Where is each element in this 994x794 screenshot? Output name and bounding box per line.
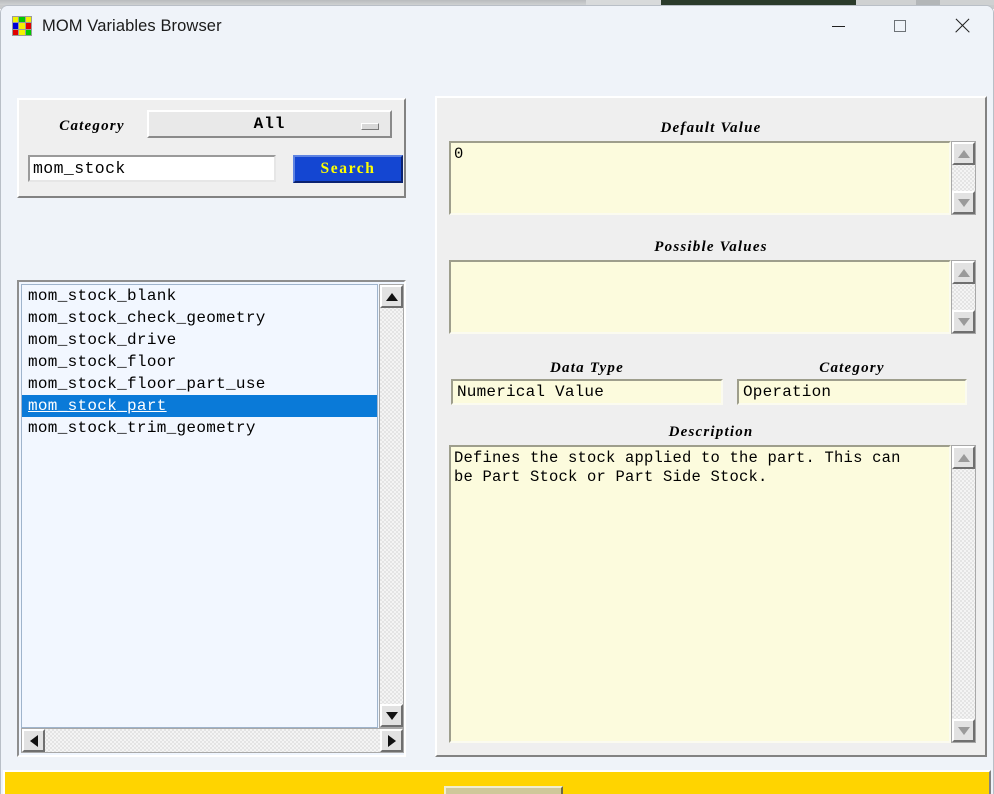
window-title: MOM Variables Browser	[42, 16, 222, 35]
icon-cell-4	[13, 23, 19, 29]
arrow-up-icon	[957, 268, 970, 277]
description-text: Defines the stock applied to the part. T…	[454, 449, 901, 486]
details-category-value: Operation	[743, 383, 832, 401]
data-type-value: Numerical Value	[457, 383, 605, 401]
list-scroll-left-button[interactable]	[22, 729, 45, 752]
close-button[interactable]	[931, 6, 993, 46]
default-value-header: Default Value	[660, 120, 762, 136]
arrow-down-icon	[957, 317, 970, 326]
search-input-value: mom_stock	[33, 159, 126, 178]
arrow-left-icon	[29, 734, 38, 747]
list-item[interactable]: mom_stock_drive	[22, 329, 377, 351]
mom-grid-icon	[12, 16, 32, 36]
chevron-down-icon	[361, 123, 379, 130]
icon-cell-7	[13, 29, 19, 35]
arrow-down-icon	[957, 198, 970, 207]
search-button[interactable]: Search	[293, 155, 403, 183]
possible-values-textarea[interactable]	[449, 260, 951, 334]
title-bar: MOM Variables Browser	[1, 6, 993, 46]
list-item[interactable]: mom_stock_floor_part_use	[22, 373, 377, 395]
icon-cell-6	[25, 23, 31, 29]
icon-cell-5	[19, 23, 25, 29]
possible-values-scroll-down-button[interactable]	[952, 310, 975, 333]
list-item[interactable]: mom_stock_floor	[22, 351, 377, 373]
window-controls	[807, 6, 993, 46]
description-scroll-up-button[interactable]	[952, 446, 975, 469]
default-value-scroll-down-button[interactable]	[952, 191, 975, 214]
icon-cell-8	[19, 29, 25, 35]
arrow-up-icon	[385, 292, 398, 301]
arrow-up-icon	[957, 453, 970, 462]
default-value-textarea[interactable]: 0	[449, 141, 951, 215]
list-scroll-down-button[interactable]	[380, 704, 403, 727]
possible-values-text	[451, 262, 949, 266]
category-dropdown[interactable]: All	[147, 110, 392, 138]
possible-values-scrollbar[interactable]	[951, 260, 976, 334]
possible-values-scroll-up-button[interactable]	[952, 261, 975, 284]
arrow-right-icon	[387, 734, 396, 747]
list-item[interactable]: mom_stock_check_geometry	[22, 307, 377, 329]
description-textarea[interactable]: Defines the stock applied to the part. T…	[449, 445, 951, 743]
default-value-scroll-up-button[interactable]	[952, 142, 975, 165]
details-category-header: Category	[819, 360, 885, 376]
list-horizontal-scrollbar[interactable]	[21, 728, 404, 753]
icon-cell-1	[13, 17, 19, 23]
details-category-field[interactable]: Operation	[737, 379, 967, 405]
ok-button[interactable]: OK	[444, 786, 563, 794]
list-vertical-scrollbar[interactable]	[379, 284, 404, 728]
client-area: Category All mom_stock Search mom_stock_…	[1, 46, 993, 794]
minimize-button[interactable]	[807, 6, 869, 46]
search-button-label: Search	[320, 160, 376, 177]
icon-cell-9	[25, 29, 31, 35]
default-value-text: 0	[454, 145, 464, 163]
icon-cell-2	[19, 17, 25, 23]
mom-variables-browser-window: MOM Variables Browser Category All mom_s…	[0, 5, 994, 794]
arrow-up-icon	[957, 149, 970, 158]
arrow-down-icon	[957, 726, 970, 735]
variable-list[interactable]: mom_stock_blank mom_stock_check_geometry…	[21, 284, 378, 728]
list-item[interactable]: mom_stock_trim_geometry	[22, 417, 377, 439]
possible-values-header: Possible Values	[654, 239, 768, 255]
search-input[interactable]: mom_stock	[28, 155, 276, 182]
default-value-scrollbar[interactable]	[951, 141, 976, 215]
list-scroll-up-button[interactable]	[380, 285, 403, 308]
variable-details-panel: Default Value 0 Possible Values Data Typ…	[435, 96, 987, 757]
list-item[interactable]: mom_stock_blank	[22, 285, 377, 307]
icon-cell-3	[25, 17, 31, 23]
category-filter-label: Category	[59, 118, 125, 134]
description-scroll-down-button[interactable]	[952, 719, 975, 742]
category-dropdown-value: All	[253, 115, 286, 133]
data-type-field[interactable]: Numerical Value	[451, 379, 723, 405]
arrow-down-icon	[385, 711, 398, 720]
close-icon	[954, 18, 970, 34]
minimize-icon	[831, 25, 845, 27]
description-scrollbar[interactable]	[951, 445, 976, 743]
description-header: Description	[668, 424, 754, 440]
data-type-header: Data Type	[550, 360, 624, 376]
action-bar: OK UG爱好者论坛01 j564	[3, 770, 991, 794]
maximize-button[interactable]	[869, 6, 931, 46]
maximize-icon	[894, 20, 906, 32]
list-scroll-right-button[interactable]	[380, 729, 403, 752]
variable-list-frame: mom_stock_blank mom_stock_check_geometry…	[17, 280, 406, 757]
list-item-selected[interactable]: mom_stock_part	[22, 395, 377, 417]
